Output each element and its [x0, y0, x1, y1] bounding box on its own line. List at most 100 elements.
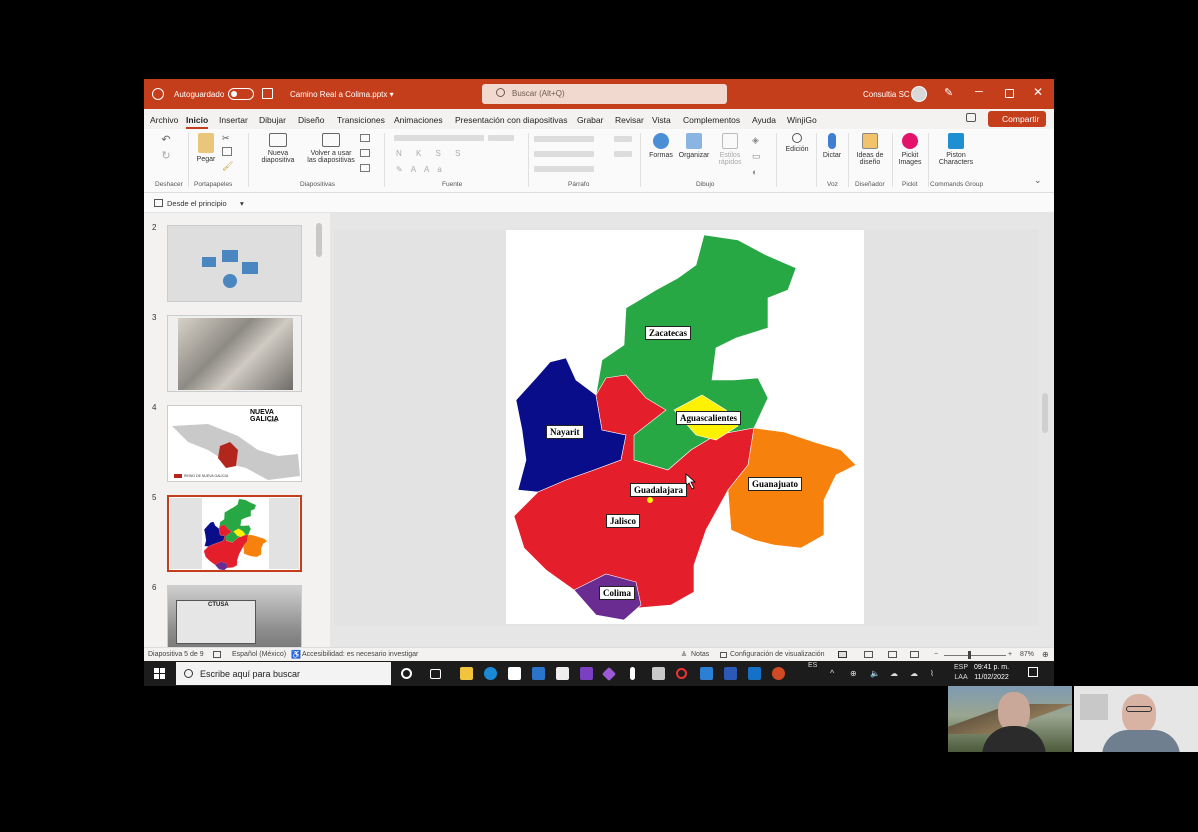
recorder-icon[interactable]	[676, 668, 687, 679]
quick-styles-button[interactable]: Estilos rápidos	[714, 133, 746, 166]
tab-dibujar[interactable]: Dibujar	[259, 115, 286, 125]
minimize-icon[interactable]: ─	[975, 86, 983, 98]
arrange-button[interactable]: Organizar	[676, 133, 712, 159]
system-clock[interactable]: 09:41 p. m. 11/02/2022	[974, 663, 1009, 683]
volume-icon[interactable]: 🔈	[870, 669, 880, 678]
copy-icon[interactable]	[222, 147, 232, 156]
align-buttons[interactable]	[534, 166, 594, 172]
accessibility-status[interactable]: Accesibilidad: es necesario investigar	[302, 651, 418, 658]
font-style-buttons[interactable]: N K S S	[396, 149, 466, 158]
cloud-icon[interactable]: ☁	[910, 669, 918, 678]
comments-icon[interactable]	[966, 113, 976, 122]
new-slide-button[interactable]: Nueva diapositiva	[252, 133, 304, 164]
view-settings-button[interactable]: Configuración de visualización	[730, 651, 825, 658]
shape-outline-icon[interactable]: ▭	[752, 151, 761, 162]
notifications-icon[interactable]	[1028, 667, 1038, 677]
file-name[interactable]: Camino Real a Colima.pptx ▾	[290, 90, 394, 99]
restore-icon[interactable]	[1005, 89, 1014, 98]
slide-thumbnail-2[interactable]	[167, 225, 302, 302]
autosave-toggle[interactable]	[228, 88, 254, 100]
paste-button[interactable]: Pegar	[192, 133, 220, 163]
thumbnail-scrollbar[interactable]	[316, 217, 322, 637]
avatar[interactable]	[911, 86, 927, 102]
collapse-ribbon-icon[interactable]: ⌄	[1034, 175, 1042, 186]
slide-thumbnail-4[interactable]: NUEVA GALICIA 1548 REINO DE NUEVA GALICI…	[167, 405, 302, 482]
tab-insertar[interactable]: Insertar	[219, 115, 248, 125]
ime-indicator[interactable]: ES	[808, 662, 817, 669]
slide-thumbnail-5[interactable]	[167, 495, 302, 572]
cortana-icon[interactable]	[401, 668, 412, 679]
text-direction-button[interactable]	[614, 136, 632, 142]
zoom-out-icon[interactable]: −	[934, 651, 938, 658]
shapes-button[interactable]: Formas	[646, 133, 676, 159]
redo-button[interactable]: ↻	[156, 149, 176, 162]
section-icon[interactable]	[360, 164, 370, 172]
word-icon[interactable]	[724, 667, 737, 680]
calculator-icon[interactable]	[652, 667, 665, 680]
tray-icon[interactable]: ⊕	[850, 669, 857, 678]
layout-icon[interactable]	[360, 134, 370, 142]
zoom-slider[interactable]	[944, 655, 1006, 656]
shape-effects-icon[interactable]: ◐	[752, 167, 757, 177]
align-text-button[interactable]	[614, 151, 632, 157]
slide-thumbnail-6[interactable]: CTUSA	[167, 585, 302, 647]
close-icon[interactable]: ✕	[1033, 85, 1043, 99]
mail-icon[interactable]	[532, 667, 545, 680]
pickit-images-button[interactable]: Pickit Images	[894, 133, 926, 166]
zoom-slider-handle[interactable]	[968, 651, 971, 659]
tab-vista[interactable]: Vista	[652, 115, 671, 125]
indent-buttons[interactable]	[534, 151, 594, 157]
tab-presentacion[interactable]: Presentación con diapositivas	[455, 115, 567, 125]
edge-icon[interactable]	[484, 667, 497, 680]
design-ideas-button[interactable]: Ideas de diseño	[850, 133, 890, 166]
share-button[interactable]: Compartir	[988, 111, 1046, 127]
zoom-in-icon[interactable]: +	[1008, 651, 1012, 658]
outlook-icon[interactable]	[700, 667, 713, 680]
language-indicator[interactable]: ESP LAA	[954, 663, 968, 683]
app-icon[interactable]	[601, 666, 617, 682]
slide-thumbnail-3[interactable]	[167, 315, 302, 392]
fit-slide-icon[interactable]: ⊕	[1042, 650, 1049, 659]
wifi-icon[interactable]: ⌇	[930, 669, 934, 678]
tab-archivo[interactable]: Archivo	[150, 115, 178, 125]
tab-ayuda[interactable]: Ayuda	[752, 115, 776, 125]
font-color-buttons[interactable]: ✎AAa	[396, 165, 450, 174]
reset-icon[interactable]	[360, 149, 370, 157]
language-status[interactable]: Español (México)	[232, 651, 286, 658]
zoom-level[interactable]: 87%	[1020, 651, 1034, 658]
cut-icon[interactable]: ✂	[222, 133, 230, 144]
from-beginning-button[interactable]: Desde el principio	[167, 199, 227, 208]
normal-view-icon[interactable]	[838, 651, 847, 658]
thumbnail-scroll-handle[interactable]	[316, 223, 322, 257]
tab-revisar[interactable]: Revisar	[615, 115, 644, 125]
dictate-button[interactable]: Dictar	[818, 133, 846, 159]
undo-button[interactable]: ↶	[156, 133, 176, 146]
security-icon[interactable]	[556, 667, 569, 680]
font-name-box[interactable]	[394, 135, 484, 141]
spellcheck-icon[interactable]	[213, 651, 221, 658]
pen-icon[interactable]: ✎	[944, 86, 953, 99]
user-name[interactable]: Consultia SC	[863, 90, 910, 99]
tab-diseno[interactable]: Diseño	[298, 115, 324, 125]
notes-button[interactable]: Notas	[691, 651, 709, 658]
file-explorer-icon[interactable]	[460, 667, 473, 680]
microphone-icon[interactable]	[630, 667, 635, 680]
chevron-up-icon[interactable]: ^	[830, 668, 834, 678]
reuse-slides-button[interactable]: Volver a usar las diapositivas	[304, 133, 358, 164]
windows-start-icon[interactable]	[154, 668, 165, 679]
slide-sorter-icon[interactable]	[864, 651, 873, 658]
taskbar-search-box[interactable]: Escribe aquí para buscar	[176, 662, 391, 685]
powerpoint-icon[interactable]	[772, 667, 785, 680]
tab-transiciones[interactable]: Transiciones	[337, 115, 385, 125]
search-box[interactable]: Buscar (Alt+Q)	[482, 84, 727, 104]
tab-inicio[interactable]: Inicio	[186, 115, 209, 129]
current-slide[interactable]: Zacatecas Aguascalientes Nayarit Guadala…	[506, 230, 864, 624]
chevron-down-icon[interactable]: ▾	[240, 199, 244, 208]
tab-complementos[interactable]: Complementos	[683, 115, 740, 125]
save-icon[interactable]	[262, 88, 273, 99]
onenote-icon[interactable]	[580, 667, 593, 680]
editing-button[interactable]: Edición	[780, 133, 814, 153]
font-size-box[interactable]	[488, 135, 514, 141]
onedrive-icon[interactable]: ☁	[890, 669, 898, 678]
reading-view-icon[interactable]	[888, 651, 897, 658]
